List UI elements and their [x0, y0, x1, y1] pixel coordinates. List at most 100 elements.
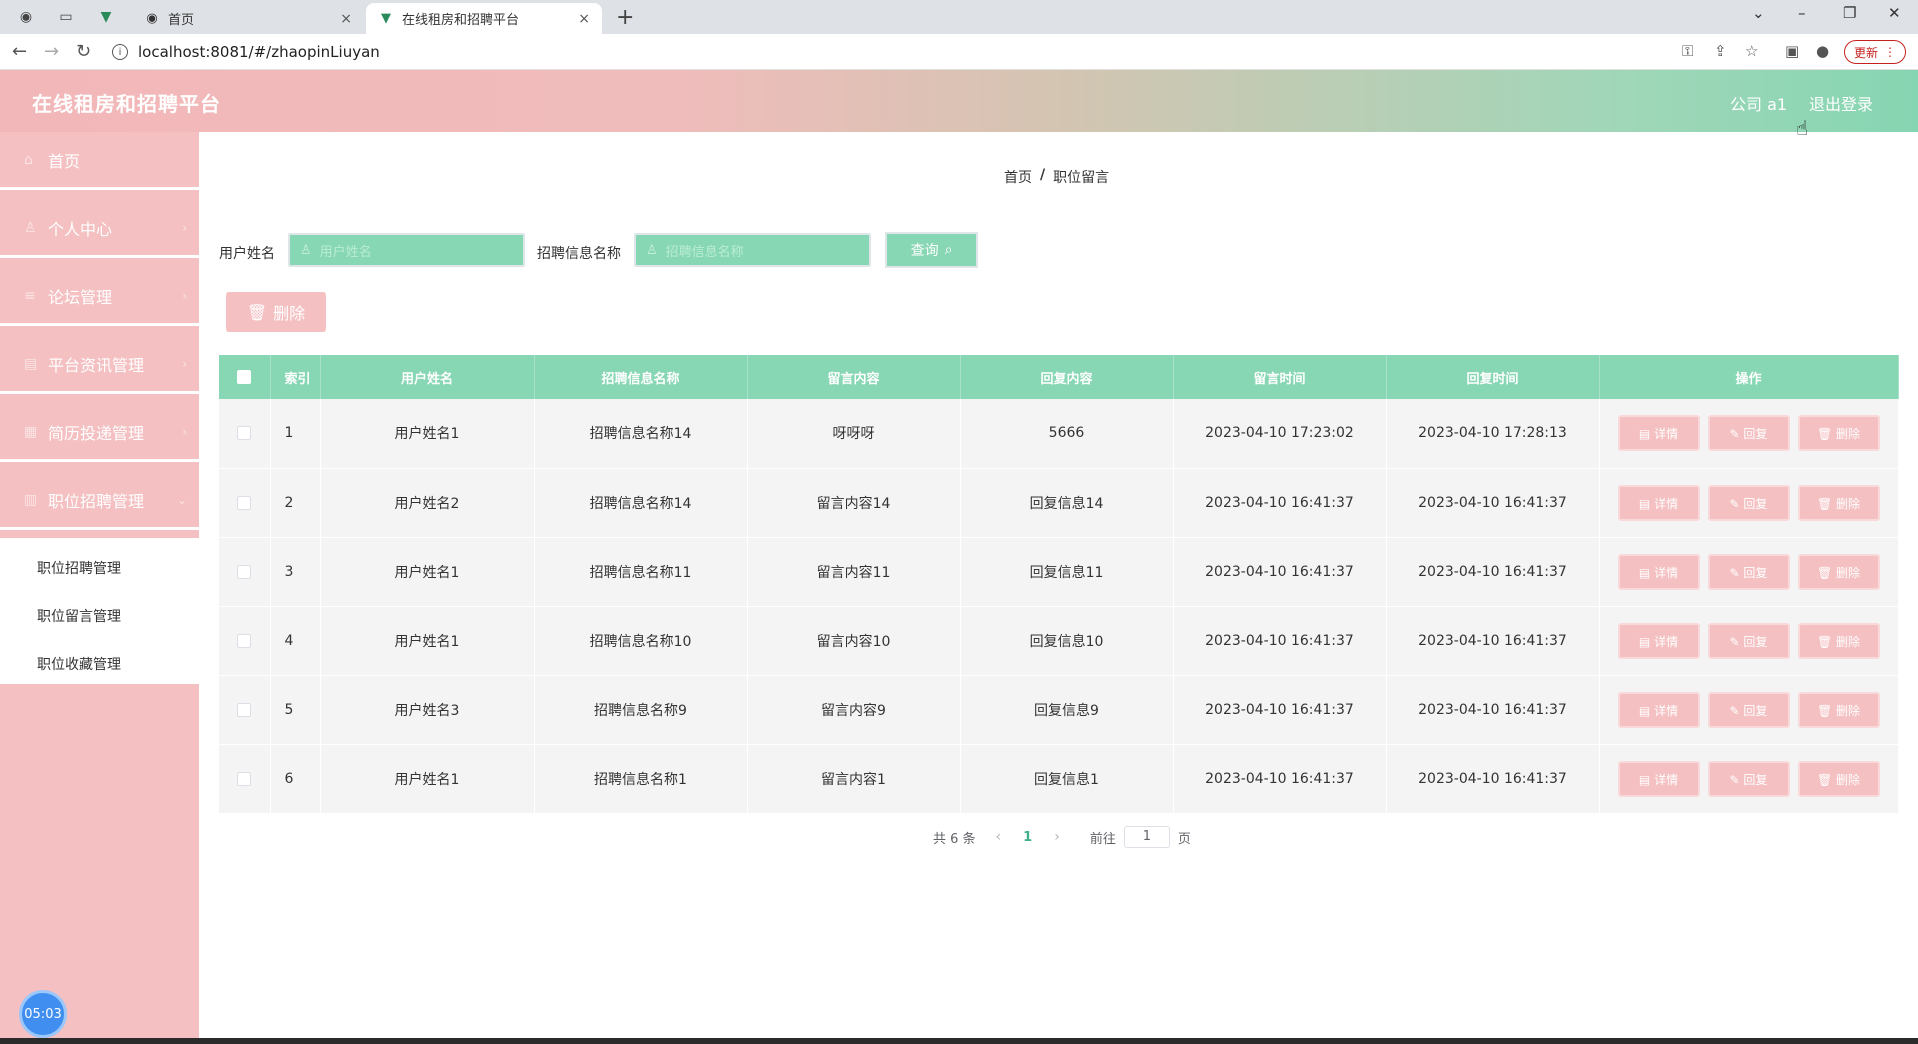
- cell-time: 2023-04-10 16:41:37: [1173, 537, 1387, 607]
- restore-icon[interactable]: ❐: [1843, 4, 1856, 22]
- delete-button-label: 删除: [1836, 772, 1861, 787]
- detail-button-label: 详情: [1654, 772, 1679, 787]
- sidebar-item-news[interactable]: ▤ 平台资讯管理 ›: [0, 336, 199, 394]
- breadcrumb-home[interactable]: 首页: [1004, 167, 1032, 187]
- edit-icon: ✎: [1729, 634, 1744, 649]
- page-number[interactable]: 1: [1023, 830, 1032, 845]
- sidebar-item-jobs[interactable]: ▥ 职位招聘管理 ⌄: [0, 472, 199, 530]
- tab-platform[interactable]: ▼ 在线租房和招聘平台 ×: [366, 3, 602, 34]
- reload-icon[interactable]: ↻: [76, 41, 91, 62]
- column-header: 用户姓名: [320, 355, 535, 399]
- detail-button[interactable]: ▤ 详情: [1617, 415, 1700, 452]
- sidebar-item-profile[interactable]: ♙ 个人中心 ›: [0, 200, 199, 258]
- logout-link[interactable]: 退出登录: [1809, 91, 1873, 115]
- reply-button[interactable]: ✎ 回复: [1707, 484, 1790, 521]
- table-row: 6 用户姓名1 招聘信息名称1 留言内容1 回复信息1 2023-04-10 16:41:…: [219, 744, 1899, 814]
- delete-button[interactable]: 🗑 删除: [1797, 760, 1880, 797]
- row-checkbox[interactable]: [237, 633, 252, 648]
- key-icon[interactable]: ⚿: [1682, 42, 1693, 60]
- row-checkbox[interactable]: [237, 564, 252, 579]
- actions-cell: ▤ 详情 ✎ 回复 🗑 删除: [1599, 744, 1899, 814]
- job-name-placeholder: 招聘信息名称: [665, 244, 744, 260]
- cell-job: 招聘信息名称14: [534, 468, 748, 538]
- delete-button[interactable]: 🗑 删除: [1797, 691, 1880, 728]
- new-tab-button[interactable]: +: [616, 5, 634, 30]
- close-icon[interactable]: ×: [578, 11, 590, 27]
- close-window-icon[interactable]: ✕: [1888, 4, 1901, 22]
- edit-icon: ✎: [1729, 772, 1744, 787]
- reply-button[interactable]: ✎ 回复: [1707, 553, 1790, 590]
- chevron-down-icon[interactable]: ⌄: [1752, 4, 1765, 22]
- detail-button[interactable]: ▤ 详情: [1617, 760, 1700, 797]
- row-checkbox[interactable]: [237, 702, 252, 717]
- comments-table: 索引 用户姓名 招聘信息名称 留言内容 回复内容 留言时间 回复时间 操作 1用…: [219, 355, 1899, 814]
- trash-icon: 🗑: [246, 302, 268, 322]
- cell-idx: 1: [270, 399, 321, 469]
- back-icon[interactable]: ←: [12, 41, 27, 62]
- sidebar-item-home[interactable]: ⌂ 首页: [0, 132, 199, 190]
- batch-delete-button[interactable]: 🗑 删除: [226, 292, 326, 332]
- sidebar-item-forum[interactable]: ≡ 论坛管理 ›: [0, 268, 199, 326]
- blank-page-icon[interactable]: ▭: [56, 7, 76, 27]
- row-checkbox[interactable]: [237, 426, 252, 441]
- row-checkbox[interactable]: [237, 771, 252, 786]
- sidebar-item-resume[interactable]: ▦ 简历投递管理 ›: [0, 404, 199, 462]
- row-select-cell[interactable]: [219, 606, 271, 676]
- taskbar-strip: [0, 1038, 1918, 1044]
- row-select-cell[interactable]: [219, 399, 271, 469]
- delete-button[interactable]: 🗑 删除: [1797, 484, 1880, 521]
- detail-button[interactable]: ▤ 详情: [1617, 622, 1700, 659]
- submenu-item-job-favorites[interactable]: 职位收藏管理: [37, 654, 121, 674]
- clock-badge[interactable]: 05:03: [19, 990, 67, 1038]
- detail-button[interactable]: ▤ 详情: [1617, 553, 1700, 590]
- trash-icon: 🗑: [1816, 565, 1837, 580]
- profile-icon[interactable]: ●: [1816, 42, 1829, 60]
- breadcrumb-current: 职位留言: [1053, 170, 1110, 186]
- select-all-checkbox[interactable]: [237, 370, 252, 384]
- row-select-cell[interactable]: [219, 744, 271, 814]
- reply-button[interactable]: ✎ 回复: [1707, 622, 1790, 659]
- info-icon[interactable]: i: [112, 44, 128, 60]
- reply-button[interactable]: ✎ 回复: [1707, 415, 1790, 452]
- query-button[interactable]: 查询 ⌕: [885, 232, 978, 268]
- delete-button[interactable]: 🗑 删除: [1797, 622, 1880, 659]
- row-select-cell[interactable]: [219, 675, 271, 745]
- reply-button[interactable]: ✎ 回复: [1707, 691, 1790, 728]
- job-name-input[interactable]: ♙ 招聘信息名称: [634, 233, 871, 267]
- update-button[interactable]: 更新 ⋮: [1844, 40, 1906, 64]
- chevron-right-icon: ›: [182, 288, 187, 303]
- delete-button[interactable]: 🗑 删除: [1797, 415, 1880, 452]
- cell-user: 用户姓名2: [320, 468, 535, 538]
- chevron-right-icon: ›: [182, 220, 187, 235]
- goto-page-input[interactable]: 1: [1123, 826, 1170, 848]
- forward-icon[interactable]: →: [44, 41, 59, 62]
- side-panel-icon[interactable]: ▣: [1785, 42, 1799, 60]
- reply-button[interactable]: ✎ 回复: [1707, 760, 1790, 797]
- vue-icon[interactable]: ▼: [96, 7, 116, 27]
- globe-icon[interactable]: ◉: [16, 7, 36, 27]
- pagination: 共 6 条 ‹ 1 › 前往 1 页: [933, 826, 1191, 848]
- row-select-cell[interactable]: [219, 468, 271, 538]
- select-all-cell[interactable]: [219, 355, 271, 399]
- next-page-icon[interactable]: ›: [1054, 829, 1060, 845]
- submenu-item-job-manage[interactable]: 职位招聘管理: [37, 558, 121, 578]
- detail-button-label: 详情: [1654, 427, 1679, 442]
- trash-icon: 🗑: [1816, 496, 1837, 511]
- star-icon[interactable]: ☆: [1745, 42, 1758, 60]
- row-select-cell[interactable]: [219, 537, 271, 607]
- detail-button[interactable]: ▤ 详情: [1617, 691, 1700, 728]
- prev-page-icon[interactable]: ‹: [996, 829, 1002, 845]
- minimize-icon[interactable]: –: [1798, 4, 1806, 22]
- detail-button[interactable]: ▤ 详情: [1617, 484, 1700, 521]
- user-name-input[interactable]: ♙ 用户姓名: [288, 233, 525, 267]
- row-checkbox[interactable]: [237, 495, 252, 510]
- column-header: 索引: [270, 355, 321, 399]
- submenu-item-job-comments[interactable]: 职位留言管理: [37, 606, 121, 626]
- url-field[interactable]: i localhost:8081/#/zhaopinLiuyan: [112, 39, 380, 65]
- share-icon[interactable]: ⇪: [1714, 42, 1727, 60]
- actions-cell: ▤ 详情 ✎ 回复 🗑 删除: [1599, 468, 1899, 538]
- cell-time: 2023-04-10 17:23:02: [1173, 399, 1387, 469]
- close-icon[interactable]: ×: [340, 11, 352, 27]
- tab-home[interactable]: ◉ 首页 ×: [132, 3, 364, 34]
- delete-button[interactable]: 🗑 删除: [1797, 553, 1880, 590]
